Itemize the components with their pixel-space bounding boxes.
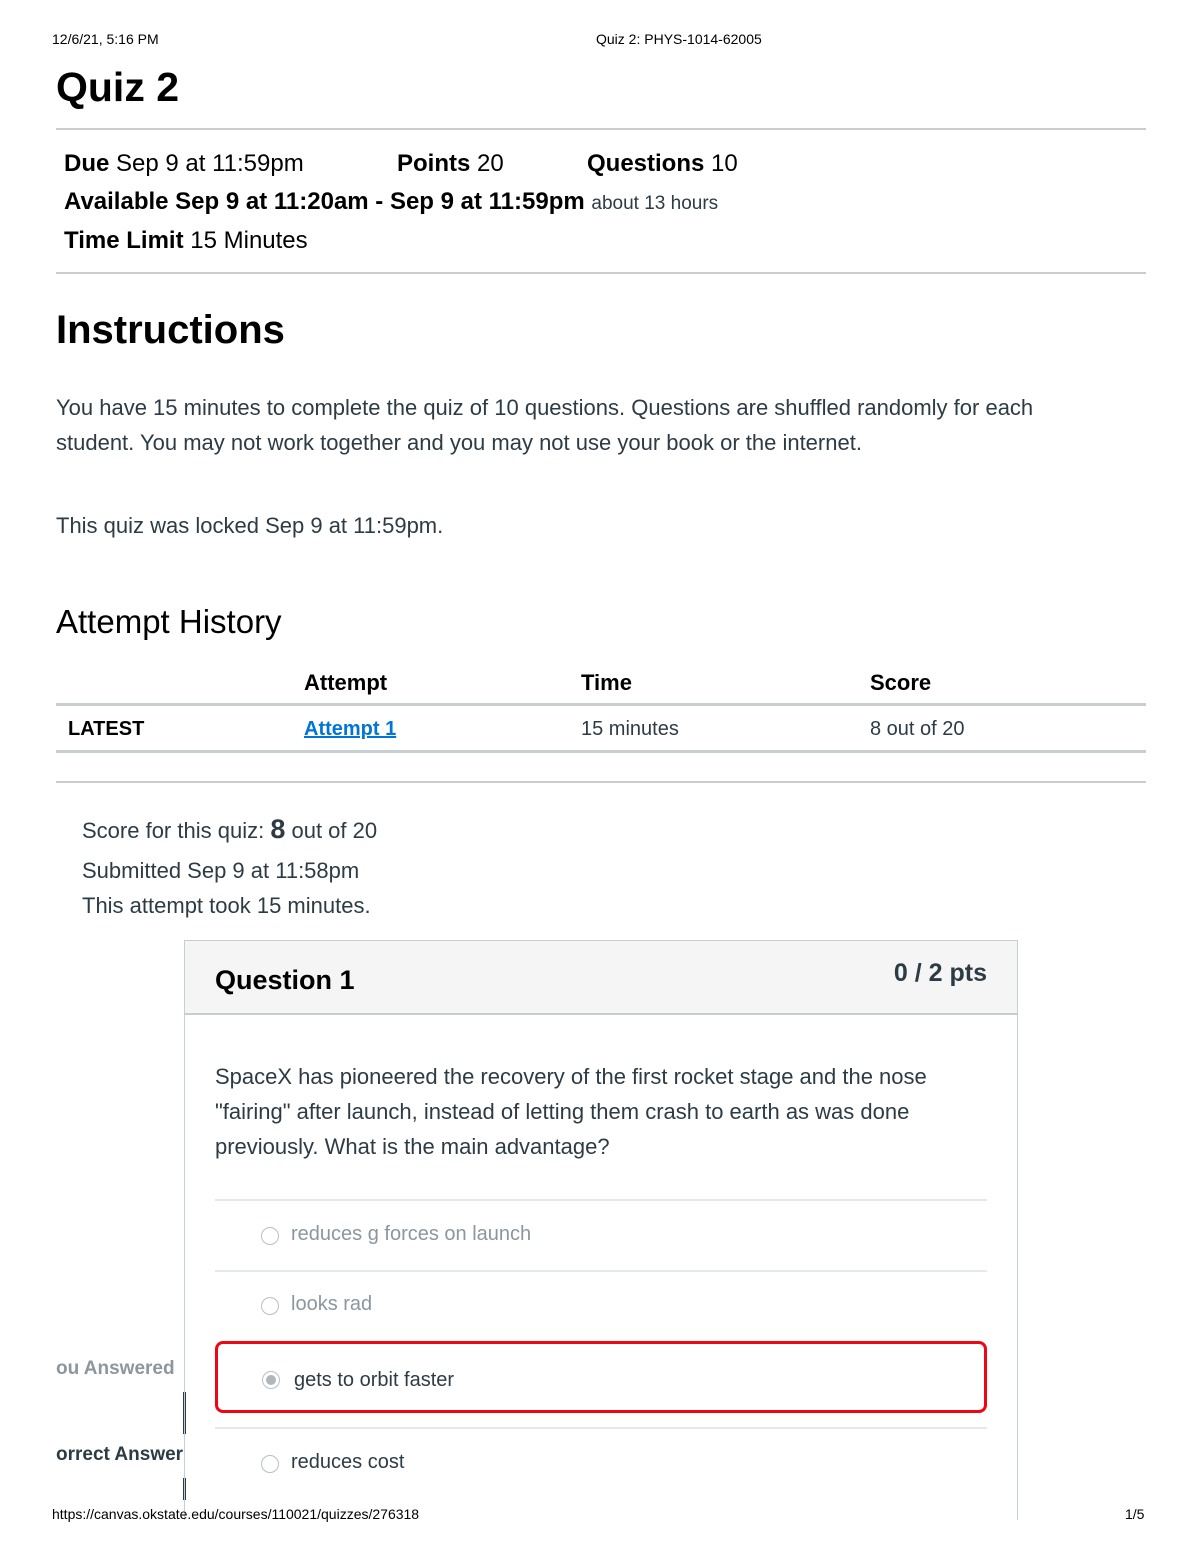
question-header: Question 1 0 / 2 pts [185, 941, 1017, 1015]
answer-option[interactable]: reduces g forces on launch [215, 1207, 987, 1267]
question-card: Question 1 0 / 2 pts SpaceX has pioneere… [184, 940, 1018, 1520]
instructions-line-2: student. You may not work together and y… [56, 430, 862, 455]
answer-label: looks rad [291, 1293, 373, 1315]
selected-wrong-answer[interactable]: gets to orbit faster [215, 1341, 987, 1413]
points-value: 20 [477, 150, 504, 177]
time-limit-label: Time Limit [64, 227, 184, 254]
answer-option[interactable]: looks rad [215, 1277, 987, 1337]
print-header: 12/6/21, 5:16 PM Quiz 2: PHYS-1014-62005 [0, 31, 1200, 49]
points-meta: Points 20 [397, 150, 504, 178]
attempt-duration: This attempt took 15 minutes. [82, 893, 371, 918]
question-name: Question 1 [215, 965, 355, 995]
print-date: 12/6/21, 5:16 PM [52, 31, 159, 47]
correct-answer-option[interactable]: reduces cost [215, 1435, 987, 1495]
available-value: Sep 9 at 11:20am - Sep 9 at 11:59pm [175, 188, 585, 215]
points-label: Points [397, 150, 471, 177]
available-meta: Available Sep 9 at 11:20am - Sep 9 at 11… [64, 188, 718, 216]
score-prefix: Score for this quiz: [82, 818, 265, 843]
page-title: Quiz 2 [56, 64, 180, 110]
attempt-1-link[interactable]: Attempt 1 [304, 718, 396, 740]
column-header-score: Score [870, 670, 932, 695]
table-row-divider [56, 750, 1146, 753]
divider [56, 128, 1146, 130]
answer-label: reduces cost [291, 1451, 405, 1473]
submitted-time: Submitted Sep 9 at 11:58pm [82, 858, 360, 883]
instructions-heading: Instructions [56, 308, 285, 352]
answer-label: gets to orbit faster [294, 1369, 455, 1391]
table-row-time: 15 minutes [581, 718, 679, 740]
column-header-time: Time [581, 670, 632, 695]
table-row-attempt: Attempt 1 [304, 718, 396, 741]
print-url: https://canvas.okstate.edu/courses/11002… [52, 1506, 420, 1522]
answer-divider [215, 1270, 987, 1272]
question-text-line-3: previously. What is the main advantage? [215, 1134, 610, 1159]
attempt-history-heading: Attempt History [56, 603, 282, 640]
available-label: Available [64, 188, 169, 215]
locked-notice: This quiz was locked Sep 9 at 11:59pm. [56, 513, 444, 538]
radio-icon[interactable] [261, 1455, 279, 1473]
time-limit-value: 15 Minutes [190, 227, 308, 254]
quiz-score: Score for this quiz: 8 out of 20 [82, 814, 377, 845]
available-duration: about 13 hours [591, 193, 719, 214]
radio-icon[interactable] [261, 1297, 279, 1315]
question-text-line-1: SpaceX has pioneered the recovery of the… [215, 1064, 927, 1089]
time-limit-meta: Time Limit 15 Minutes [64, 227, 308, 255]
due-value: Sep 9 at 11:59pm [116, 150, 304, 177]
column-header-attempt: Attempt [304, 670, 388, 695]
radio-icon[interactable] [261, 1227, 279, 1245]
table-header-divider [56, 703, 1146, 706]
you-answered-label: ou Answered [56, 1358, 175, 1379]
questions-meta: Questions 10 [587, 150, 738, 178]
quiz-meta-row-1: Due Sep 9 at 11:59pm [64, 150, 304, 178]
print-doc-title: Quiz 2: PHYS-1014-62005 [596, 31, 762, 47]
divider [56, 781, 1146, 783]
correct-answer-label: orrect Answer [56, 1444, 184, 1465]
instructions-line-1: You have 15 minutes to complete the quiz… [56, 395, 1034, 420]
table-row-score: 8 out of 20 [870, 718, 965, 740]
answer-label: reduces g forces on launch [291, 1223, 532, 1245]
answer-divider [215, 1427, 987, 1429]
question-text: SpaceX has pioneered the recovery of the… [215, 1059, 995, 1164]
score-suffix: out of 20 [291, 818, 378, 843]
answer-divider [215, 1199, 987, 1201]
question-text-line-2: "fairing" after launch, instead of letti… [215, 1099, 910, 1124]
score-value: 8 [270, 814, 286, 844]
divider [56, 272, 1146, 274]
question-points: 0 / 2 pts [893, 959, 987, 987]
questions-label: Questions [587, 150, 705, 177]
page-number: 1/5 [1125, 1506, 1145, 1522]
due-label: Due [64, 150, 110, 177]
radio-checked-icon[interactable] [262, 1371, 280, 1389]
latest-tag: LATEST [68, 718, 145, 740]
questions-value: 10 [711, 150, 738, 177]
